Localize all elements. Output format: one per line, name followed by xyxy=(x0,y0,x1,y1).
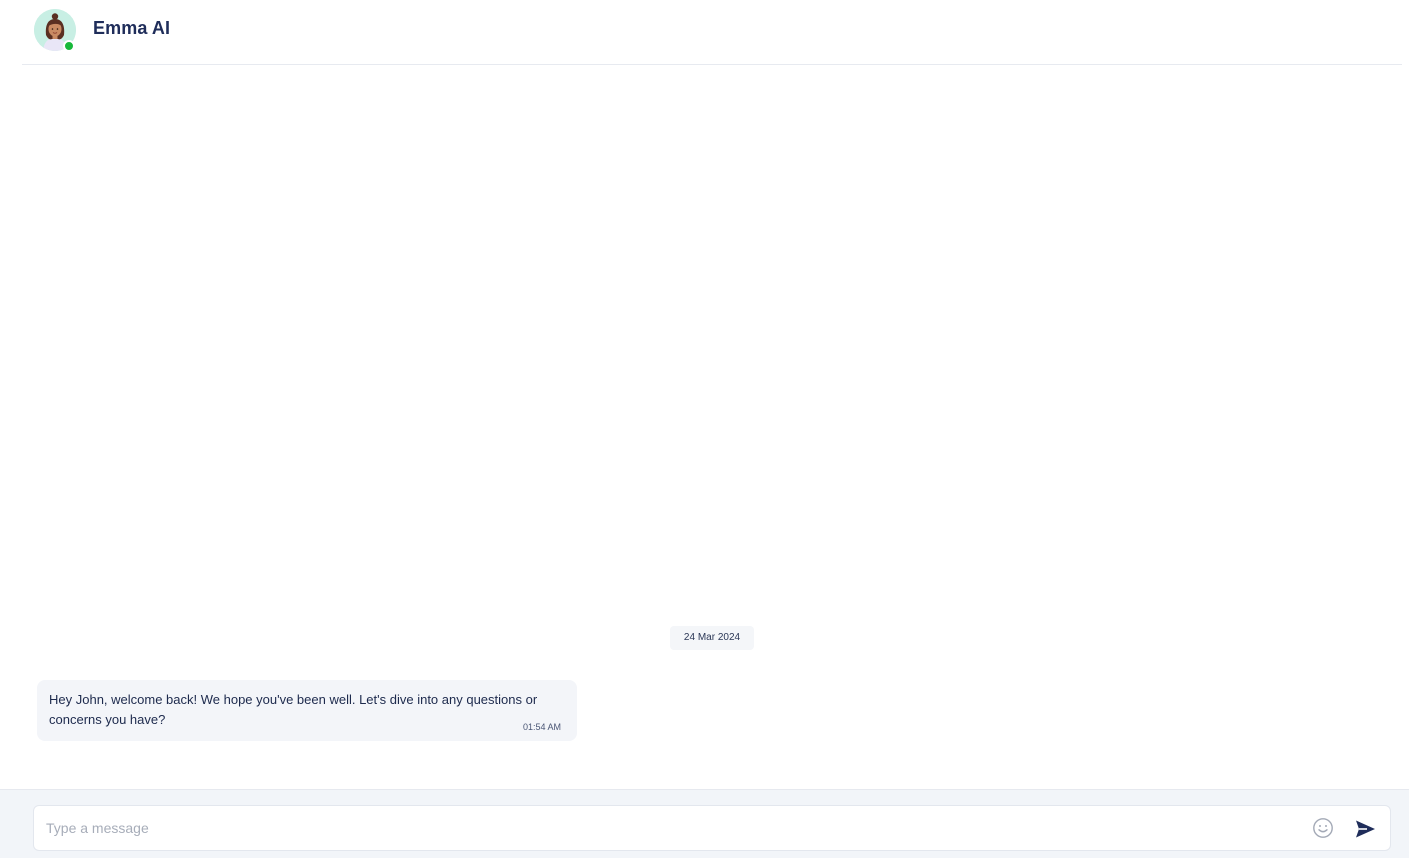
date-separator: 24 Mar 2024 xyxy=(670,626,754,650)
chat-app: Emma AI 24 Mar 2024 Hey John, welcome ba… xyxy=(0,0,1409,858)
message-input[interactable] xyxy=(46,806,1296,850)
message-timestamp: 01:54 AM xyxy=(522,722,561,732)
message-text: Hey John, welcome back! We hope you've b… xyxy=(49,692,538,727)
emoji-button[interactable] xyxy=(1312,817,1334,839)
chat-header: Emma AI xyxy=(22,0,1402,65)
message-input-container xyxy=(33,805,1391,851)
message-composer xyxy=(0,789,1409,858)
agent-name: Emma AI xyxy=(93,18,171,38)
send-button[interactable] xyxy=(1354,818,1376,840)
agent-message-bubble: Hey John, welcome back! We hope you've b… xyxy=(37,680,577,741)
online-status-indicator xyxy=(63,40,75,52)
send-arrow-icon xyxy=(1356,820,1375,838)
message-list[interactable]: 24 Mar 2024 Hey John, welcome back! We h… xyxy=(0,66,1409,789)
smiley-icon xyxy=(1313,818,1333,838)
